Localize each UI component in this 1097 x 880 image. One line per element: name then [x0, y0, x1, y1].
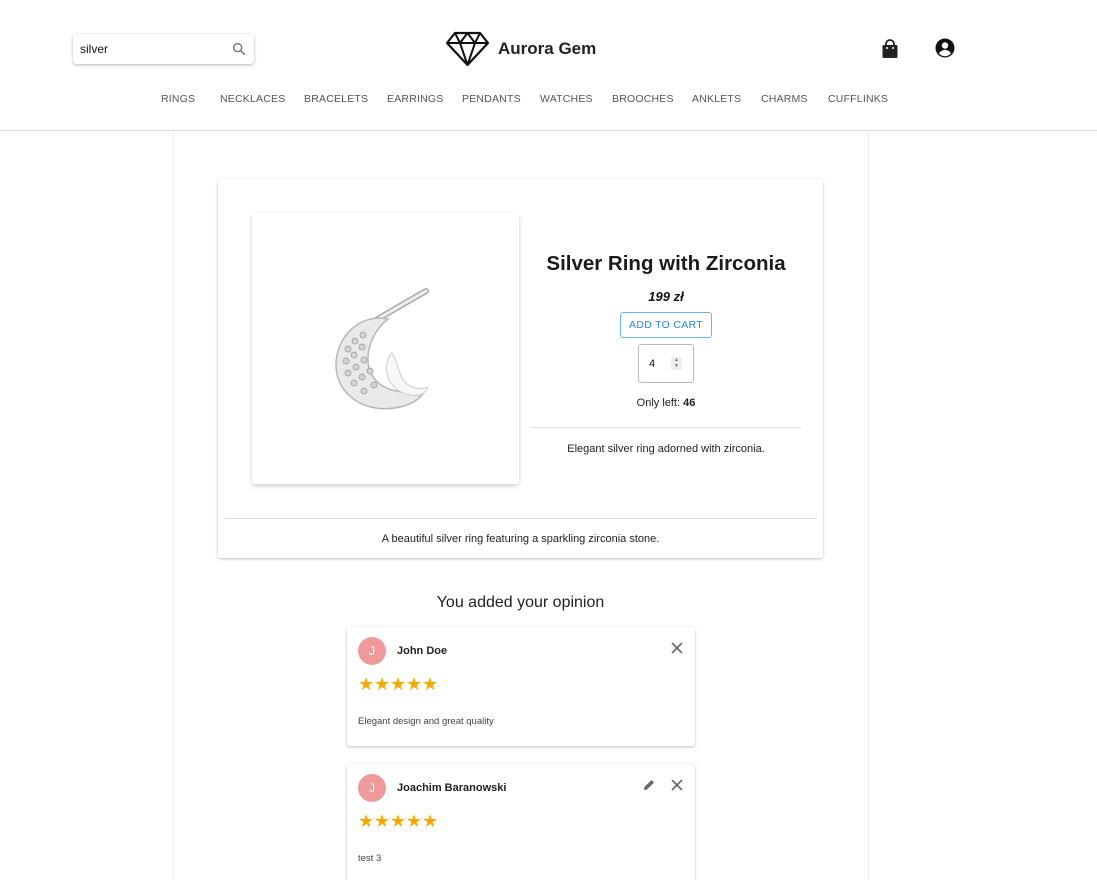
site-header: Aurora Gem RINGS NECKLACES BRACELETS EAR…: [0, 0, 1097, 131]
search-icon[interactable]: [231, 41, 247, 57]
review-card: J John Doe ★ ★ ★ ★ ★ Elegant design and …: [347, 627, 695, 746]
search-box[interactable]: [73, 34, 254, 64]
nav-earrings[interactable]: EARRINGS: [387, 93, 443, 105]
account-circle-icon[interactable]: [935, 38, 955, 58]
star-icon: ★: [422, 674, 439, 694]
star-icon: ★: [406, 674, 423, 694]
star-icon: ★: [358, 674, 375, 694]
star-icon: ★: [390, 811, 407, 831]
nav-pendants[interactable]: PENDANTS: [462, 93, 521, 105]
review-card: J Joachim Baranowski ★ ★ ★ ★ ★ test 3: [347, 764, 695, 880]
star-icon: ★: [406, 811, 423, 831]
brand-logo[interactable]: Aurora Gem: [445, 30, 596, 68]
close-icon[interactable]: [670, 778, 684, 792]
quantity-value: 4: [649, 358, 656, 370]
review-text: test 3: [358, 853, 382, 864]
stock-count: 46: [683, 397, 696, 409]
review-text: Elegant design and great quality: [358, 716, 494, 727]
star-icon: ★: [374, 811, 391, 831]
short-description: Elegant silver ring adorned with zirconi…: [567, 443, 765, 455]
nav-necklaces[interactable]: NECKLACES: [220, 93, 285, 105]
star-icon: ★: [358, 811, 375, 831]
nav-brooches[interactable]: BROOCHES: [612, 93, 674, 105]
spinner-arrows-icon[interactable]: ▲ ▼: [671, 357, 682, 370]
nav-cufflinks[interactable]: CUFFLINKS: [828, 93, 888, 105]
nav-rings[interactable]: RINGS: [161, 93, 195, 105]
reviews-heading: You added your opinion: [436, 594, 605, 611]
search-input[interactable]: [80, 41, 220, 57]
shopping-bag-icon[interactable]: [881, 39, 899, 59]
avatar: J: [358, 774, 386, 802]
nav-bracelets[interactable]: BRACELETS: [304, 93, 368, 105]
long-description: A beautiful silver ring featuring a spar…: [381, 533, 660, 545]
close-icon[interactable]: [670, 641, 684, 655]
stock-info: Only left: 46: [531, 397, 801, 409]
product-image: [335, 288, 429, 410]
stock-label: Only left:: [636, 397, 681, 409]
star-icon: ★: [374, 674, 391, 694]
quantity-stepper[interactable]: 4 ▲ ▼: [638, 344, 694, 383]
star-rating: ★ ★ ★ ★ ★: [358, 675, 438, 693]
diamond-icon: [445, 31, 490, 67]
product-image-card: [252, 213, 519, 484]
star-rating: ★ ★ ★ ★ ★: [358, 812, 438, 830]
product-price: 199 zł: [648, 289, 684, 304]
reviewer-name: Joachim Baranowski: [397, 782, 507, 794]
star-icon: ★: [422, 811, 439, 831]
add-to-cart-button[interactable]: ADD TO CART: [620, 312, 712, 338]
pencil-icon[interactable]: [642, 778, 656, 792]
reviewer-name: John Doe: [397, 645, 448, 657]
avatar: J: [358, 637, 386, 665]
star-icon: ★: [390, 674, 407, 694]
category-nav: RINGS NECKLACES BRACELETS EARRINGS PENDA…: [0, 93, 1097, 107]
nav-anklets[interactable]: ANKLETS: [692, 93, 741, 105]
nav-watches[interactable]: WATCHES: [540, 93, 593, 105]
divider: [225, 518, 817, 519]
divider: [531, 427, 801, 428]
product-title: Silver Ring with Zirconia: [546, 252, 786, 275]
brand-name: Aurora Gem: [498, 39, 597, 58]
nav-charms[interactable]: CHARMS: [761, 93, 808, 105]
